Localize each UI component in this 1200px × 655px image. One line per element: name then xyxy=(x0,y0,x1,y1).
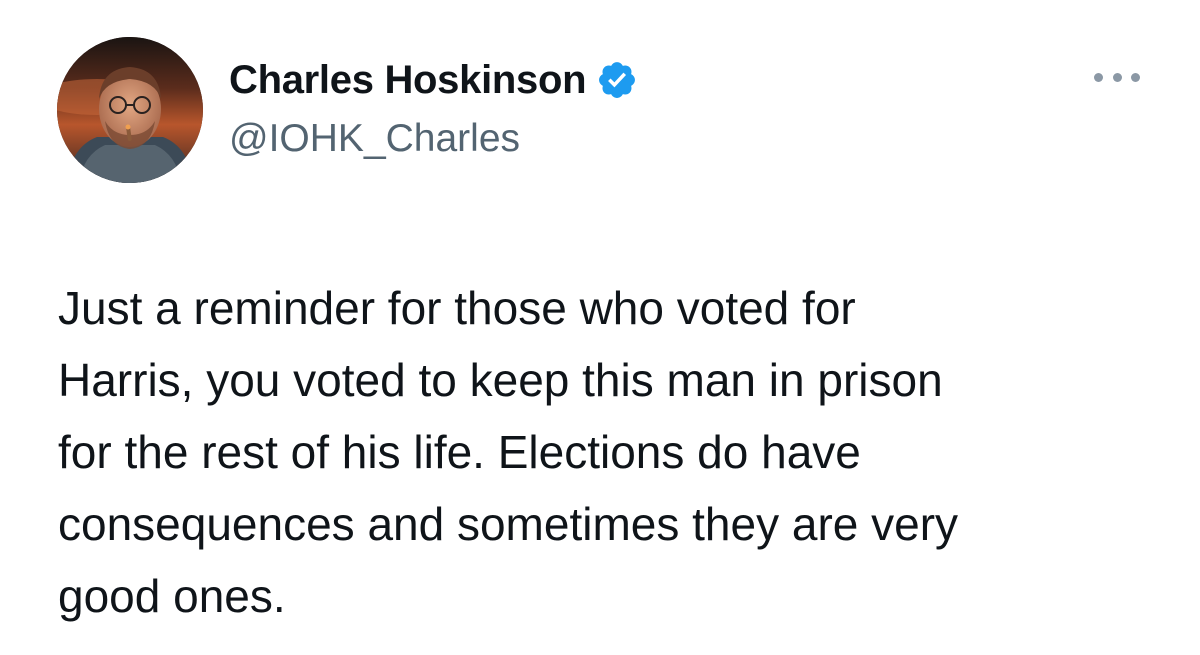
dot xyxy=(1094,72,1103,82)
avatar-image xyxy=(57,37,203,183)
tweet-text: Just a reminder for those who voted for … xyxy=(58,282,959,622)
tweet-card: Charles Hoskinson @IOHK_Charles Just a r… xyxy=(0,0,1200,655)
more-options-icon[interactable] xyxy=(1094,66,1140,88)
dot xyxy=(1112,72,1122,82)
avatar[interactable] xyxy=(57,37,203,183)
author-name-row: Charles Hoskinson xyxy=(229,56,638,104)
display-name[interactable]: Charles Hoskinson xyxy=(229,58,587,103)
author-handle[interactable]: @IOHK_Charles xyxy=(229,117,520,161)
verified-badge-icon xyxy=(599,62,636,98)
dot xyxy=(1131,72,1140,82)
